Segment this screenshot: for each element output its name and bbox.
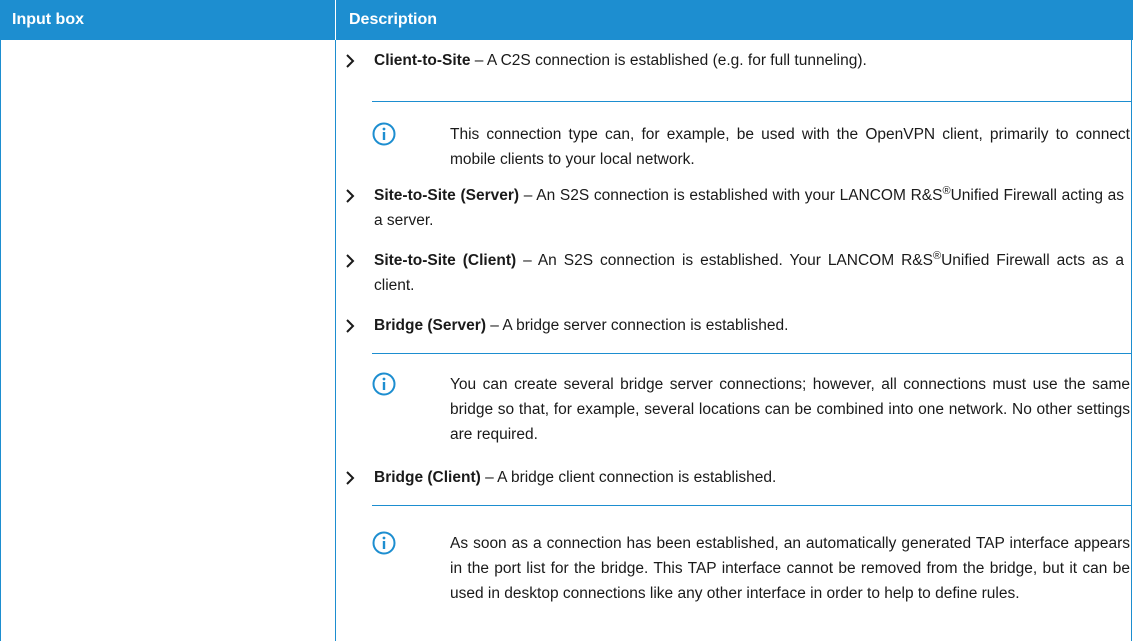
info-icon bbox=[372, 531, 396, 555]
info-icon bbox=[372, 122, 396, 146]
chevron-right-icon bbox=[346, 254, 355, 268]
info-icon bbox=[372, 372, 396, 396]
item-description: – An S2S connection is established with … bbox=[519, 187, 943, 204]
note-text: As soon as a connection has been establi… bbox=[450, 535, 1130, 602]
item-description: – A C2S connection is established (e.g. … bbox=[470, 52, 867, 69]
note-divider bbox=[372, 101, 1131, 102]
item-title: Site-to-Site (Server) bbox=[374, 187, 520, 204]
description-table: Input box Description Client-to-Site – A… bbox=[0, 0, 1133, 641]
chevron-right-icon bbox=[346, 319, 355, 333]
item-title: Bridge (Client) bbox=[374, 469, 481, 486]
chevron-right-icon bbox=[346, 189, 355, 203]
item-description: – A bridge client connection is establis… bbox=[480, 469, 777, 486]
chevron-right-icon bbox=[346, 471, 355, 485]
note-text: This connection type can, for example, b… bbox=[450, 126, 1130, 168]
note-divider bbox=[372, 353, 1131, 354]
item-description: – An S2S connection is established. Your… bbox=[516, 252, 933, 269]
table-border-right bbox=[1131, 40, 1132, 641]
header-description: Description bbox=[349, 11, 438, 28]
item-title: Site-to-Site (Client) bbox=[374, 252, 517, 269]
header-input-box: Input box bbox=[12, 11, 84, 28]
table-border-left bbox=[0, 40, 1, 641]
registered-mark: ® bbox=[942, 184, 951, 197]
item-title: Bridge (Server) bbox=[374, 317, 486, 334]
chevron-right-icon bbox=[346, 54, 355, 68]
note-divider bbox=[372, 505, 1131, 506]
header-divider bbox=[335, 0, 336, 40]
table-column-divider bbox=[335, 40, 336, 641]
item-description: – A bridge server connection is establis… bbox=[485, 317, 789, 334]
registered-mark: ® bbox=[932, 249, 942, 262]
item-title: Client-to-Site bbox=[374, 52, 471, 69]
note-text: You can create several bridge server con… bbox=[450, 376, 1130, 443]
table-header: Input box Description bbox=[0, 0, 1133, 40]
